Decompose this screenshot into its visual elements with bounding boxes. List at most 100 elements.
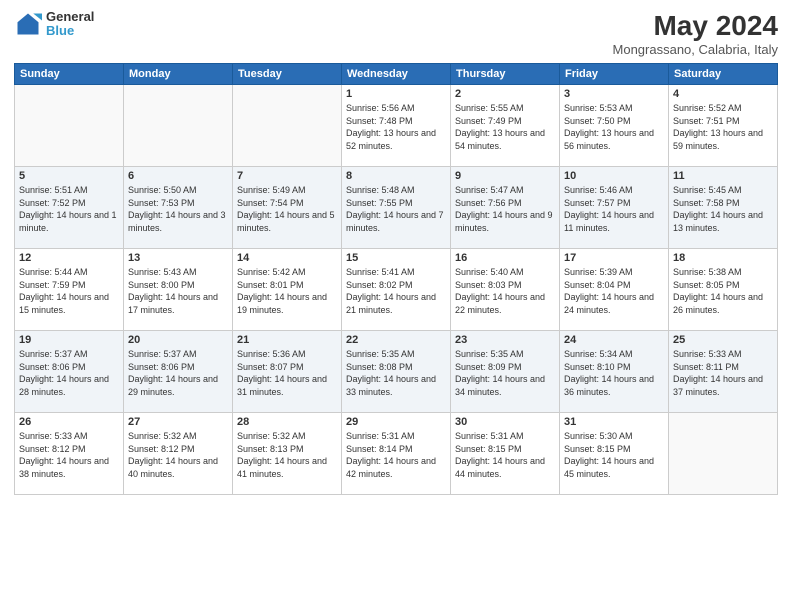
day-cell: 12Sunrise: 5:44 AMSunset: 7:59 PMDayligh… — [15, 249, 124, 331]
col-header-wednesday: Wednesday — [342, 64, 451, 85]
day-info: Sunrise: 5:37 AMSunset: 8:06 PMDaylight:… — [19, 348, 119, 398]
day-cell: 22 Sunrise: 5:35 AMSunset: 8:08 PMDayligh… — [342, 331, 451, 413]
col-header-friday: Friday — [560, 64, 669, 85]
month-title: May 2024 — [613, 10, 778, 42]
day-number: 27 — [128, 416, 228, 428]
day-cell: 6Sunrise: 5:50 AMSunset: 7:53 PMDaylight… — [124, 167, 233, 249]
day-info: Sunrise: 5:37 AMSunset: 8:06 PMDaylight:… — [128, 348, 228, 398]
week-row-4: 19 Sunrise: 5:37 AMSunset: 8:06 PMDayligh… — [15, 331, 778, 413]
day-cell: 5 Sunrise: 5:51 AMSunset: 7:52 PMDaylight… — [15, 167, 124, 249]
day-cell — [233, 85, 342, 167]
day-cell: 24 Sunrise: 5:34 AMSunset: 8:10 PMDayligh… — [560, 331, 669, 413]
day-number: 11 — [673, 170, 773, 182]
col-header-sunday: Sunday — [15, 64, 124, 85]
day-info: Sunrise: 5:38 AMSunset: 8:05 PMDaylight:… — [673, 266, 773, 316]
day-cell — [669, 413, 778, 495]
day-number: 30 — [455, 416, 555, 428]
day-info: Sunrise: 5:32 AMSunset: 8:12 PMDaylight:… — [128, 430, 228, 480]
day-info: Sunrise: 5:45 AMSunset: 7:58 PMDaylight:… — [673, 184, 773, 234]
day-cell: 26Sunrise: 5:33 AMSunset: 8:12 PMDayligh… — [15, 413, 124, 495]
day-info: Sunrise: 5:32 AMSunset: 8:13 PMDaylight:… — [237, 430, 337, 480]
day-info: Sunrise: 5:35 AMSunset: 8:08 PMDaylight:… — [346, 348, 446, 398]
day-number: 16 — [455, 252, 555, 264]
logo-text: General Blue — [46, 10, 94, 39]
day-cell: 28 Sunrise: 5:32 AMSunset: 8:13 PMDayligh… — [233, 413, 342, 495]
day-cell: 16Sunrise: 5:40 AMSunset: 8:03 PMDayligh… — [451, 249, 560, 331]
day-number: 5 — [19, 170, 119, 182]
day-number: 21 — [237, 334, 337, 346]
day-number: 28 — [237, 416, 337, 428]
day-info: Sunrise: 5:42 AMSunset: 8:01 PMDaylight:… — [237, 266, 337, 316]
header: General Blue May 2024 Mongrassano, Calab… — [14, 10, 778, 57]
calendar: SundayMondayTuesdayWednesdayThursdayFrid… — [14, 63, 778, 495]
day-cell: 7 Sunrise: 5:49 AMSunset: 7:54 PMDaylight… — [233, 167, 342, 249]
day-number: 1 — [346, 88, 446, 100]
col-header-thursday: Thursday — [451, 64, 560, 85]
day-cell: 23Sunrise: 5:35 AMSunset: 8:09 PMDayligh… — [451, 331, 560, 413]
day-cell: 30 Sunrise: 5:31 AMSunset: 8:15 PMDayligh… — [451, 413, 560, 495]
day-cell: 13 Sunrise: 5:43 AMSunset: 8:00 PMDayligh… — [124, 249, 233, 331]
day-number: 15 — [346, 252, 446, 264]
day-info: Sunrise: 5:49 AMSunset: 7:54 PMDaylight:… — [237, 184, 337, 234]
header-row: SundayMondayTuesdayWednesdayThursdayFrid… — [15, 64, 778, 85]
day-cell: 18 Sunrise: 5:38 AMSunset: 8:05 PMDayligh… — [669, 249, 778, 331]
day-number: 2 — [455, 88, 555, 100]
day-info: Sunrise: 5:43 AMSunset: 8:00 PMDaylight:… — [128, 266, 228, 316]
day-cell: 14Sunrise: 5:42 AMSunset: 8:01 PMDayligh… — [233, 249, 342, 331]
day-number: 22 — [346, 334, 446, 346]
day-number: 17 — [564, 252, 664, 264]
day-cell: 9 Sunrise: 5:47 AMSunset: 7:56 PMDaylight… — [451, 167, 560, 249]
logo-line2: Blue — [46, 24, 94, 38]
day-info: Sunrise: 5:56 AMSunset: 7:48 PMDaylight:… — [346, 102, 446, 152]
day-cell: 2Sunrise: 5:55 AMSunset: 7:49 PMDaylight… — [451, 85, 560, 167]
day-number: 24 — [564, 334, 664, 346]
day-number: 6 — [128, 170, 228, 182]
day-number: 9 — [455, 170, 555, 182]
day-info: Sunrise: 5:44 AMSunset: 7:59 PMDaylight:… — [19, 266, 119, 316]
day-info: Sunrise: 5:47 AMSunset: 7:56 PMDaylight:… — [455, 184, 555, 234]
day-info: Sunrise: 5:51 AMSunset: 7:52 PMDaylight:… — [19, 184, 119, 234]
day-number: 26 — [19, 416, 119, 428]
day-cell: 11 Sunrise: 5:45 AMSunset: 7:58 PMDayligh… — [669, 167, 778, 249]
day-number: 29 — [346, 416, 446, 428]
day-cell — [15, 85, 124, 167]
logo: General Blue — [14, 10, 94, 39]
day-info: Sunrise: 5:36 AMSunset: 8:07 PMDaylight:… — [237, 348, 337, 398]
col-header-monday: Monday — [124, 64, 233, 85]
location: Mongrassano, Calabria, Italy — [613, 42, 778, 57]
day-cell: 8Sunrise: 5:48 AMSunset: 7:55 PMDaylight… — [342, 167, 451, 249]
day-number: 20 — [128, 334, 228, 346]
day-number: 18 — [673, 252, 773, 264]
week-row-3: 12Sunrise: 5:44 AMSunset: 7:59 PMDayligh… — [15, 249, 778, 331]
day-number: 19 — [19, 334, 119, 346]
day-number: 7 — [237, 170, 337, 182]
day-cell: 15 Sunrise: 5:41 AMSunset: 8:02 PMDayligh… — [342, 249, 451, 331]
day-cell: 31Sunrise: 5:30 AMSunset: 8:15 PMDayligh… — [560, 413, 669, 495]
day-number: 25 — [673, 334, 773, 346]
day-cell: 10Sunrise: 5:46 AMSunset: 7:57 PMDayligh… — [560, 167, 669, 249]
day-cell: 25Sunrise: 5:33 AMSunset: 8:11 PMDayligh… — [669, 331, 778, 413]
week-row-5: 26Sunrise: 5:33 AMSunset: 8:12 PMDayligh… — [15, 413, 778, 495]
day-number: 8 — [346, 170, 446, 182]
day-number: 3 — [564, 88, 664, 100]
day-info: Sunrise: 5:34 AMSunset: 8:10 PMDaylight:… — [564, 348, 664, 398]
week-row-2: 5 Sunrise: 5:51 AMSunset: 7:52 PMDaylight… — [15, 167, 778, 249]
day-info: Sunrise: 5:31 AMSunset: 8:15 PMDaylight:… — [455, 430, 555, 480]
day-number: 13 — [128, 252, 228, 264]
day-cell: 27 Sunrise: 5:32 AMSunset: 8:12 PMDayligh… — [124, 413, 233, 495]
day-number: 4 — [673, 88, 773, 100]
day-info: Sunrise: 5:31 AMSunset: 8:14 PMDaylight:… — [346, 430, 446, 480]
title-block: May 2024 Mongrassano, Calabria, Italy — [613, 10, 778, 57]
day-cell: 4Sunrise: 5:52 AMSunset: 7:51 PMDaylight… — [669, 85, 778, 167]
day-info: Sunrise: 5:53 AMSunset: 7:50 PMDaylight:… — [564, 102, 664, 152]
day-cell: 1 Sunrise: 5:56 AMSunset: 7:48 PMDaylight… — [342, 85, 451, 167]
logo-icon — [14, 10, 42, 38]
day-info: Sunrise: 5:35 AMSunset: 8:09 PMDaylight:… — [455, 348, 555, 398]
logo-line1: General — [46, 10, 94, 24]
day-info: Sunrise: 5:41 AMSunset: 8:02 PMDaylight:… — [346, 266, 446, 316]
day-cell: 17Sunrise: 5:39 AMSunset: 8:04 PMDayligh… — [560, 249, 669, 331]
day-cell: 19 Sunrise: 5:37 AMSunset: 8:06 PMDayligh… — [15, 331, 124, 413]
week-row-1: 1 Sunrise: 5:56 AMSunset: 7:48 PMDaylight… — [15, 85, 778, 167]
day-info: Sunrise: 5:30 AMSunset: 8:15 PMDaylight:… — [564, 430, 664, 480]
day-info: Sunrise: 5:46 AMSunset: 7:57 PMDaylight:… — [564, 184, 664, 234]
